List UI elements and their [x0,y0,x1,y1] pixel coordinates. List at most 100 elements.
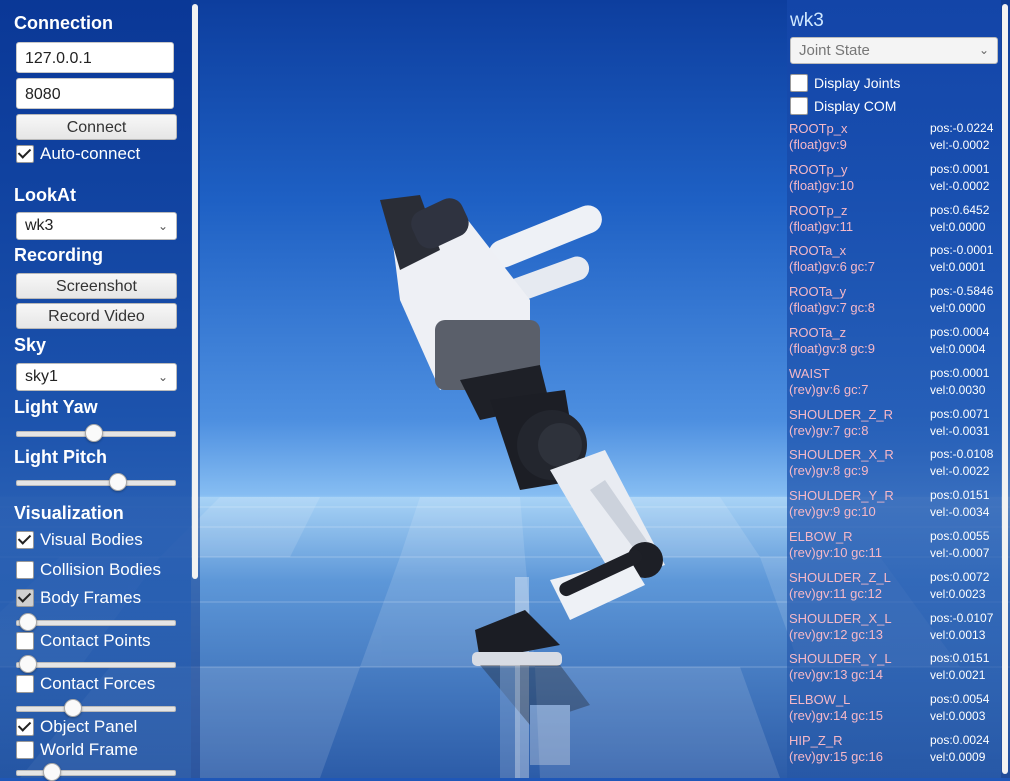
joint-position: pos:0.0072 [930,569,990,584]
left-scrollbar-thumb[interactable] [192,4,198,579]
auto-connect-checkbox[interactable]: Auto-connect [16,143,140,165]
joint-type: (rev)gv:8 gc:9 [789,463,869,479]
checkbox-box[interactable] [16,741,34,759]
visual-bodies-checkbox[interactable]: Visual Bodies [16,529,143,551]
joint-row: SHOULDER_Y_L (rev)gv:13 gc:14 pos:0.0151 ve… [789,651,997,691]
joint-name: ROOTa_z [789,325,847,340]
checkbox-box[interactable] [790,74,808,92]
joint-name: WAIST [789,365,830,381]
joint-state-select[interactable]: Joint State ⌄ [790,37,998,64]
display-joints-checkbox[interactable]: Display Joints [790,73,900,93]
checkbox-box[interactable] [16,561,34,579]
recording-heading: Recording [14,245,104,265]
joint-name: ROOTp_z [789,202,848,218]
joint-position: pos:-0.0224 [930,121,994,135]
screenshot-button[interactable]: Screenshot [16,273,177,299]
light-yaw-slider[interactable] [16,424,176,442]
connect-button[interactable]: Connect [16,114,177,140]
joint-velocity: vel:0.0000 [930,219,986,234]
checkbox-label: Display COM [814,98,897,114]
joint-velocity: vel:0.0001 [930,260,986,275]
lookat-select[interactable]: wk3 ⌄ [16,212,177,240]
joint-name: SHOULDER_Z_L [789,569,891,585]
joint-row: SHOULDER_Z_L (rev)gv:11 gc:12 pos:0.0072 ve… [789,570,997,610]
contact-forces-checkbox[interactable]: Contact Forces [16,673,155,695]
body-frames-slider[interactable] [16,613,176,631]
slider-track [16,662,176,668]
slider-handle[interactable] [19,655,38,673]
joint-position: pos:0.0001 [930,161,990,176]
light-yaw-heading: Light Yaw [14,397,98,417]
joint-type: (rev)gv:15 gc:16 [789,749,883,764]
right-scrollbar-thumb[interactable] [1002,4,1008,774]
joint-type: (rev)gv:10 gc:11 [789,545,882,560]
slider-handle[interactable] [108,473,127,491]
joint-position: pos:-0.0107 [930,610,994,625]
joint-velocity: vel:0.0023 [930,586,986,601]
light-pitch-slider[interactable] [16,473,176,491]
joint-velocity: vel:-0.0002 [930,178,990,193]
joint-row: SHOULDER_X_R (rev)gv:8 gc:9 pos:-0.0108 vel… [789,447,997,487]
chevron-down-icon: ⌄ [157,219,168,233]
joint-name: SHOULDER_Y_L [789,651,892,667]
joint-type: (rev)gv:7 gc:8 [789,422,869,438]
contact-points-checkbox[interactable]: Contact Points [16,630,151,652]
display-com-checkbox[interactable]: Display COM [790,96,896,116]
robot-reflection [480,665,590,778]
checkbox-box[interactable] [16,589,34,607]
object-panel-checkbox[interactable]: Object Panel [16,716,137,738]
joint-position: pos:0.0071 [930,406,990,421]
joint-velocity: vel:-0.0022 [930,464,990,479]
checkbox-label: Object Panel [40,717,138,736]
ip-address-field[interactable]: 127.0.0.1 [16,42,174,73]
joint-velocity: vel:0.0009 [930,750,986,764]
joint-type: (rev)gv:11 gc:12 [789,585,882,601]
object-name: wk3 [790,10,824,31]
joint-name: SHOULDER_X_L [789,610,892,626]
joint-velocity: vel:0.0003 [930,709,986,724]
slider-handle[interactable] [84,424,103,442]
joint-name: SHOULDER_X_R [789,447,894,463]
checkbox-box[interactable] [16,145,34,163]
robot-model[interactable] [360,190,700,690]
light-pitch-heading: Light Pitch [14,447,107,467]
joint-name: ROOTa_y [789,284,847,300]
joint-type: (rev)gv:9 gc:10 [789,504,876,520]
joint-row: ROOTp_z (float)gv:11 pos:0.6452 vel:0.0000 [789,203,997,243]
contact-forces-slider[interactable] [16,699,176,717]
checkbox-box[interactable] [790,97,808,115]
slider-track [16,620,176,626]
joint-type: (float)gv:10 [789,177,855,193]
contact-points-slider[interactable] [16,655,176,673]
record-video-button[interactable]: Record Video [16,303,177,329]
lookat-heading: LookAt [14,185,76,205]
slider-handle[interactable] [43,763,62,781]
collision-bodies-checkbox[interactable]: Collision Bodies [16,559,161,581]
joint-velocity: vel:-0.0007 [930,546,990,560]
sky-select[interactable]: sky1 ⌄ [16,363,177,391]
joint-velocity: vel:0.0021 [930,668,986,683]
joint-name: ELBOW_L [789,692,851,708]
joint-position: pos:0.0054 [930,692,990,707]
checkbox-label: World Frame [40,740,138,759]
joint-type: (float)gv:9 [789,137,847,152]
checkbox-box[interactable] [16,675,34,693]
joint-position: pos:0.6452 [930,202,990,217]
joint-name: ROOTp_y [789,161,848,177]
slider-handle[interactable] [64,699,82,717]
joint-name: HIP_Z_R [789,733,843,748]
checkbox-box[interactable] [16,632,34,650]
joint-position: pos:-0.0108 [930,447,994,462]
port-field[interactable]: 8080 [16,78,174,109]
checkbox-box[interactable] [16,718,34,736]
world-frame-checkbox[interactable]: World Frame [16,739,138,761]
slider-handle[interactable] [19,613,38,631]
body-frames-checkbox[interactable]: Body Frames [16,587,141,609]
checkbox-label: Collision Bodies [40,560,161,579]
state-select-value: Joint State [799,42,870,59]
lookat-value: wk3 [25,217,54,234]
joint-position: pos:0.0055 [930,529,990,543]
joint-type: (rev)gv:14 gc:15 [789,708,883,724]
checkbox-label: Visual Bodies [40,530,143,549]
checkbox-box[interactable] [16,531,34,549]
